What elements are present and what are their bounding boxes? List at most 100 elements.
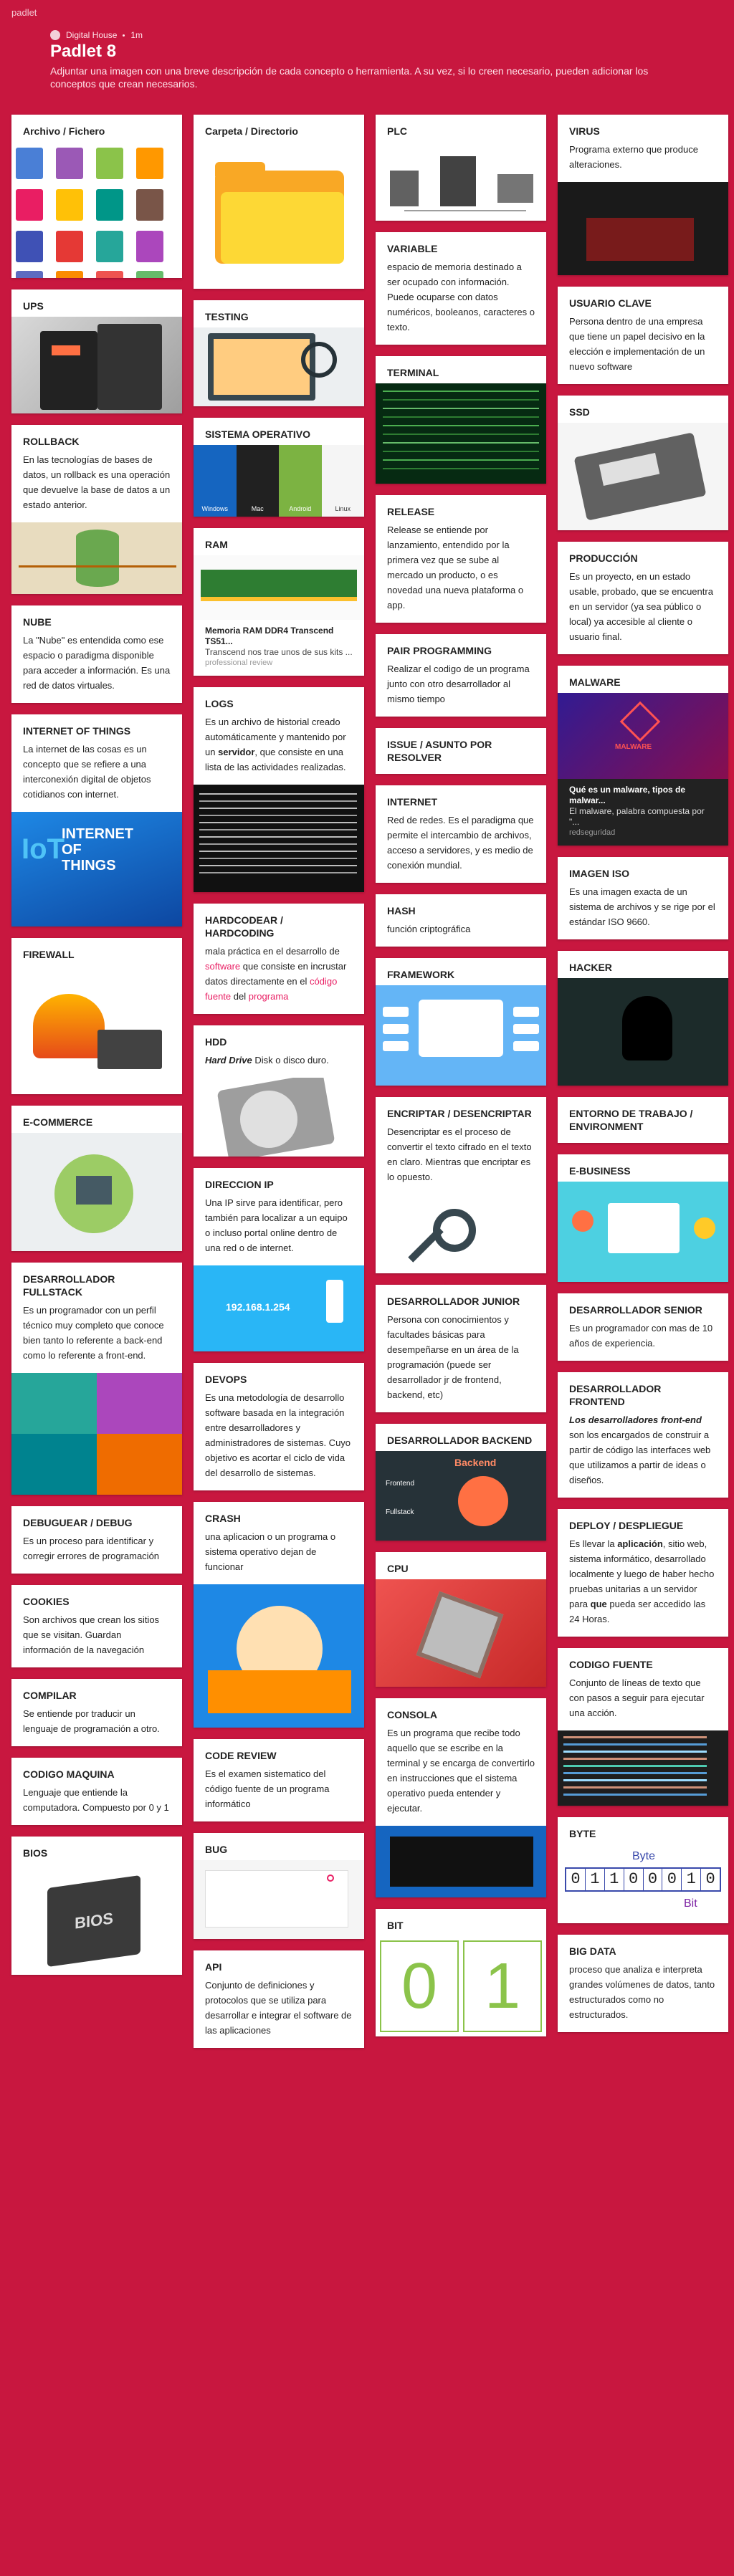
post-title: INTERNET OF THINGS	[23, 725, 131, 737]
post-card[interactable]: ROLLBACK En las tecnologías de bases de …	[11, 425, 182, 594]
post-title: RELEASE	[387, 506, 435, 517]
post-card[interactable]: DEBUGUEAR / DEBUG Es un proceso para ide…	[11, 1506, 182, 1574]
post-card[interactable]: CRASH una aplicacion o un programa o sis…	[194, 1502, 364, 1728]
post-card[interactable]: MALWARE MALWARE Qué es un malware, tipos…	[558, 666, 728, 846]
post-title: BIOS	[23, 1847, 48, 1859]
post-title: ROLLBACK	[23, 436, 80, 447]
post-card[interactable]: HASH función criptográfica	[376, 894, 546, 947]
post-card[interactable]: UPS	[11, 289, 182, 413]
link-preview[interactable]: Memoria RAM DDR4 Transcend TS51... Trans…	[194, 620, 364, 676]
logs-terminal-image	[194, 785, 364, 892]
program-link[interactable]: programa	[249, 991, 289, 1002]
fullstack-label: Fullstack	[386, 1508, 414, 1516]
bit-zero: 0	[380, 1940, 459, 2032]
post-card[interactable]: DESARROLLADOR SENIOR Es un programador c…	[558, 1293, 728, 1361]
topbar: padlet	[0, 0, 734, 29]
bios-chip-image: BIOS	[11, 1864, 182, 1975]
post-card[interactable]: VARIABLE espacio de memoria destinado a …	[376, 232, 546, 345]
post-card[interactable]: DESARROLLADOR BACKEND Backend Frontend F…	[376, 1424, 546, 1541]
post-body: Release se entiende por lanzamiento, ent…	[387, 525, 524, 611]
post-card[interactable]: BIT 0 1	[376, 1909, 546, 2036]
byte-label: Byte	[632, 1850, 656, 1862]
post-card[interactable]: VIRUS Programa externo que produce alter…	[558, 115, 728, 275]
post-card[interactable]: COMPILAR Se entiende por traducir un len…	[11, 1679, 182, 1746]
post-card[interactable]: DIRECCION IP Una IP sirve para identific…	[194, 1168, 364, 1351]
post-card[interactable]: INTERNET Red de redes. Es el paradigma q…	[376, 785, 546, 883]
post-card[interactable]: COOKIES Son archivos que crean los sitio…	[11, 1585, 182, 1667]
post-card[interactable]: CODE REVIEW Es el examen sistematico del…	[194, 1739, 364, 1821]
post-card[interactable]: ENTORNO DE TRABAJO / ENVIRONMENT	[558, 1097, 728, 1143]
post-card[interactable]: CPU	[376, 1552, 546, 1687]
post-card[interactable]: CODIGO FUENTE Conjunto de líneas de text…	[558, 1648, 728, 1806]
post-card[interactable]: SSD	[558, 396, 728, 530]
post-card[interactable]: RAM Memoria RAM DDR4 Transcend TS51... T…	[194, 528, 364, 676]
post-body: Es un programador con un perfil técnico …	[23, 1305, 164, 1361]
post-title: CPU	[387, 1563, 409, 1574]
ram-image	[194, 555, 364, 620]
post-body: Realizar el codigo de un programa junto …	[387, 664, 530, 704]
post-card[interactable]: USUARIO CLAVE Persona dentro de una empr…	[558, 287, 728, 384]
post-body: Es un archivo de historial creado automá…	[194, 714, 364, 785]
post-title: CODIGO MAQUINA	[23, 1768, 115, 1780]
post-card[interactable]: HDD Hard Drive Disk o disco duro.	[194, 1025, 364, 1157]
bit-one: 1	[463, 1940, 542, 2032]
post-card[interactable]: FIREWALL	[11, 938, 182, 1094]
ssd-image	[558, 423, 728, 530]
database-image	[11, 522, 182, 594]
post-body-bold: Los desarrolladores front-end	[569, 1414, 702, 1425]
bug-image	[194, 1860, 364, 1939]
post-title: MALWARE	[569, 676, 621, 688]
malware-image: MALWARE	[558, 693, 728, 779]
post-card[interactable]: E-BUSINESS	[558, 1154, 728, 1282]
post-card[interactable]: BYTE Byte 0 1 1 0 0 0 1 0 Bit	[558, 1817, 728, 1923]
post-card[interactable]: IMAGEN ISO Es una imagen exacta de un si…	[558, 857, 728, 939]
post-body-text: Es llevar la	[569, 1538, 618, 1549]
bit-cell: 0	[662, 1869, 682, 1890]
post-title: DESARROLLADOR JUNIOR	[387, 1296, 520, 1307]
post-card[interactable]: DEPLOY / DESPLIEGUE Es llevar la aplicac…	[558, 1509, 728, 1637]
iot-image: INTERNET OF THINGS IoT	[11, 812, 182, 927]
post-card[interactable]: BIOS BIOS	[11, 1837, 182, 1975]
post-card[interactable]: Carpeta / Directorio	[194, 115, 364, 289]
post-card[interactable]: E-COMMERCE	[11, 1106, 182, 1251]
link-preview[interactable]: Qué es un malware, tipos de malwar... El…	[558, 779, 728, 846]
post-card[interactable]: INTERNET OF THINGS La internet de las co…	[11, 714, 182, 927]
ip-router-image: 192.168.1.254	[194, 1265, 364, 1351]
post-card[interactable]: DESARROLLADOR FRONTEND Los desarrollador…	[558, 1372, 728, 1498]
post-body-bold: que	[590, 1599, 607, 1609]
post-card[interactable]: SISTEMA OPERATIVO Windows Mac Android Li…	[194, 418, 364, 517]
post-title: VIRUS	[569, 125, 600, 137]
padlet-logo[interactable]: padlet	[11, 7, 37, 18]
post-card[interactable]: Archivo / Fichero	[11, 115, 182, 278]
post-card[interactable]: TERMINAL	[376, 356, 546, 484]
column-4: VIRUS Programa externo que produce alter…	[558, 115, 728, 2048]
post-card[interactable]: PAIR PROGRAMMING Realizar el codigo de u…	[376, 634, 546, 717]
post-card[interactable]: LOGS Es un archivo de historial creado a…	[194, 687, 364, 892]
post-card[interactable]: API Conjunto de definiciones y protocolo…	[194, 1950, 364, 2048]
post-card[interactable]: PLC	[376, 115, 546, 221]
post-card[interactable]: ENCRIPTAR / DESENCRIPTAR Desencriptar es…	[376, 1097, 546, 1273]
post-card[interactable]: RELEASE Release se entiende por lanzamie…	[376, 495, 546, 623]
post-card[interactable]: FRAMEWORK	[376, 958, 546, 1086]
post-card[interactable]: CONSOLA Es un programa que recibe todo a…	[376, 1698, 546, 1897]
post-card[interactable]: HARDCODEAR / HARDCODING mala práctica en…	[194, 904, 364, 1014]
post-card[interactable]: PRODUCCIÓN Es un proyecto, en un estado …	[558, 542, 728, 654]
post-title: BYTE	[569, 1828, 596, 1839]
post-card[interactable]: BUG	[194, 1833, 364, 1939]
os-logos-image: Windows Mac Android Linux	[194, 445, 364, 517]
post-card[interactable]: TESTING	[194, 300, 364, 406]
post-card[interactable]: DESARROLLADOR JUNIOR Persona con conocim…	[376, 1285, 546, 1412]
bit-cell: 0	[705, 1870, 715, 1888]
post-card[interactable]: NUBE La "Nube" es entendida como ese esp…	[11, 605, 182, 703]
post-card[interactable]: HACKER	[558, 951, 728, 1086]
post-body: Se entiende por traducir un lenguaje de …	[23, 1708, 160, 1734]
post-card[interactable]: ISSUE / ASUNTO POR RESOLVER	[376, 728, 546, 774]
post-card[interactable]: DESARROLLADOR FULLSTACK Es un programado…	[11, 1263, 182, 1495]
post-card[interactable]: DEVOPS Es una metodología de desarrollo …	[194, 1363, 364, 1490]
post-card[interactable]: BIG DATA proceso que analiza e interpret…	[558, 1935, 728, 2032]
post-title: ENCRIPTAR / DESENCRIPTAR	[387, 1108, 532, 1119]
post-title: E-COMMERCE	[23, 1116, 93, 1128]
post-card[interactable]: CODIGO MAQUINA Lenguaje que entiende la …	[11, 1758, 182, 1825]
software-link[interactable]: software	[205, 961, 240, 972]
post-body: Conjunto de líneas de texto que con paso…	[569, 1677, 705, 1718]
